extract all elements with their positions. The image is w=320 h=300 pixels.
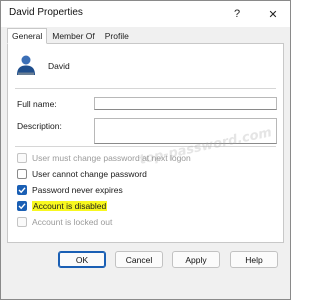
option-label: Password never expires <box>32 185 123 195</box>
option-cannot-change-password[interactable]: User cannot change password <box>17 168 147 180</box>
general-panel: David Full name: Description: top-passwo… <box>7 43 284 243</box>
description-label: Description: <box>17 121 62 131</box>
option-label: User must change password at next logon <box>32 153 191 163</box>
checkbox[interactable] <box>17 153 27 163</box>
checkbox[interactable] <box>17 201 27 211</box>
tab-profile[interactable]: Profile <box>100 28 134 43</box>
checkbox[interactable] <box>17 169 27 179</box>
option-label: User cannot change password <box>32 169 147 179</box>
help-icon[interactable]: ? <box>227 4 247 24</box>
option-label: Account is locked out <box>32 217 113 227</box>
properties-window: David Properties ? ✕ General Member Of P… <box>0 0 291 300</box>
ok-button[interactable]: OK <box>58 251 106 268</box>
title-bar[interactable]: David Properties ? ✕ <box>1 1 290 27</box>
tab-strip: General Member Of Profile <box>7 28 134 44</box>
option-label: Account is disabled <box>32 201 108 211</box>
checkbox[interactable] <box>17 217 27 227</box>
close-icon[interactable]: ✕ <box>263 4 283 24</box>
apply-button[interactable]: Apply <box>172 251 220 268</box>
divider <box>15 88 276 89</box>
option-account-disabled[interactable]: Account is disabled <box>17 200 108 212</box>
tab-general[interactable]: General <box>7 28 48 44</box>
cancel-button[interactable]: Cancel <box>115 251 163 268</box>
user-name: David <box>48 61 70 71</box>
checkbox[interactable] <box>17 185 27 195</box>
user-icon <box>15 54 37 76</box>
description-field[interactable] <box>94 118 277 144</box>
tab-member-of[interactable]: Member Of <box>47 28 100 43</box>
help-button[interactable]: Help <box>230 251 278 268</box>
window-title: David Properties <box>9 7 83 18</box>
option-must-change-password[interactable]: User must change password at next logon <box>17 152 191 164</box>
checkmark-icon <box>18 203 26 210</box>
divider <box>15 146 276 147</box>
full-name-label: Full name: <box>17 99 57 109</box>
full-name-field[interactable] <box>94 97 277 110</box>
option-account-locked-out[interactable]: Account is locked out <box>17 216 112 228</box>
checkmark-icon <box>18 187 26 194</box>
option-password-never-expires[interactable]: Password never expires <box>17 184 123 196</box>
